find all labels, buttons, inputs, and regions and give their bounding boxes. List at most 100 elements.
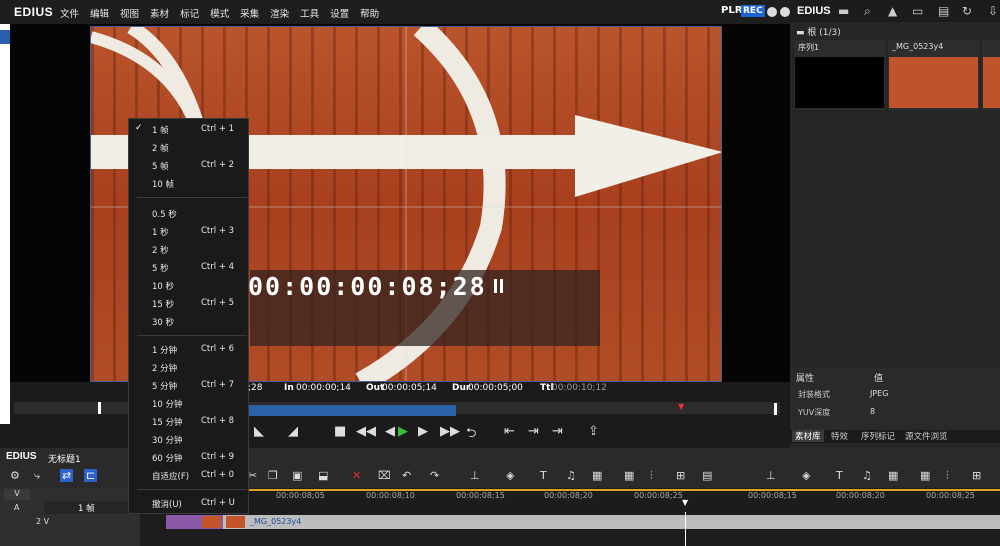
timeline-cursor[interactable] xyxy=(685,512,686,546)
mark-in-icon[interactable]: ◣ xyxy=(254,424,264,439)
menu-tools[interactable]: 工具 xyxy=(300,6,319,20)
minimize-icon[interactable] xyxy=(767,7,777,17)
menu-item-fit[interactable]: 自适应(F) Ctrl + 0 xyxy=(129,467,250,484)
menu-edit[interactable]: 编辑 xyxy=(90,6,109,20)
menu-item-10-min[interactable]: 10 分钟 xyxy=(129,395,250,412)
import-icon[interactable]: ⇩ xyxy=(988,4,998,18)
ripple-delete-icon[interactable]: ⌧ xyxy=(378,469,391,482)
link-icon[interactable]: ⇄ xyxy=(60,469,74,482)
bin-clip-card[interactable]: _MG_0523y4 xyxy=(888,40,979,110)
sync-icon-2[interactable]: ⊞ xyxy=(972,469,981,482)
scrub-handle-left[interactable] xyxy=(98,402,101,414)
new-folder-icon[interactable]: ▤ xyxy=(938,4,949,18)
menu-item-10-sec[interactable]: 10 秒 xyxy=(129,277,250,294)
folder-icon[interactable]: ▬ xyxy=(838,4,849,18)
paste-icon[interactable]: ▣ xyxy=(292,469,302,482)
menu-capture[interactable]: 采集 xyxy=(240,6,259,20)
menu-item-1-min[interactable]: 1 分钟 Ctrl + 6 xyxy=(129,341,250,358)
jump-icon[interactable]: ⇥ xyxy=(552,424,563,439)
bin-clip-card[interactable]: 序列1 xyxy=(794,40,885,110)
mixer-icon-2[interactable]: ⫶ xyxy=(946,469,949,483)
bin-clip-card[interactable] xyxy=(982,40,1000,110)
mark-out-icon[interactable]: ◢ xyxy=(288,424,298,439)
render-icon[interactable]: ▦ xyxy=(592,469,602,482)
track-a-label[interactable]: A xyxy=(14,503,19,512)
menu-item-15-min[interactable]: 15 分钟 Ctrl + 8 xyxy=(129,413,250,430)
menu-settings[interactable]: 设置 xyxy=(330,6,349,20)
track-2v-label[interactable]: 2 V xyxy=(36,517,49,526)
fast-forward-icon[interactable]: ▶▶ xyxy=(440,424,460,439)
prev-edit-icon[interactable]: ⇤ xyxy=(504,424,515,439)
grid-icon-2[interactable]: ▦ xyxy=(920,469,930,482)
sync-icon[interactable]: ⊞ xyxy=(676,469,685,482)
tab-source-browser[interactable]: 源文件浏览 xyxy=(902,430,951,442)
text-icon-2[interactable]: T xyxy=(836,469,843,482)
bin-root-folder[interactable]: ▬ 根 (1/3) xyxy=(796,25,841,38)
loop-icon[interactable]: ⮌ xyxy=(466,424,476,446)
menu-mode[interactable]: 模式 xyxy=(210,6,229,20)
grid-icon[interactable]: ▦ xyxy=(624,469,634,482)
insert-icon[interactable]: ⬓ xyxy=(318,469,328,482)
menu-item-30-sec[interactable]: 30 秒 xyxy=(129,313,250,330)
menu-view[interactable]: 视图 xyxy=(120,6,139,20)
in-point-icon-2[interactable]: ⊥ xyxy=(766,469,776,482)
stop-icon[interactable]: ■ xyxy=(334,424,346,439)
menu-render[interactable]: 渲染 xyxy=(270,6,289,20)
undo-icon[interactable]: ↶ xyxy=(402,469,411,482)
redo-icon[interactable]: ↷ xyxy=(430,469,439,482)
tab-effects[interactable]: 特效 xyxy=(828,430,851,442)
menu-item-10-frames[interactable]: 10 帧 xyxy=(129,175,250,192)
in-point-icon[interactable]: ⊥ xyxy=(470,469,480,482)
play-icon[interactable]: ▶ xyxy=(398,424,408,439)
render-icon-2[interactable]: ▦ xyxy=(888,469,898,482)
menu-marker[interactable]: 标记 xyxy=(180,6,199,20)
menu-item-2-sec[interactable]: 2 秒 xyxy=(129,241,250,258)
up-icon[interactable]: ▲ xyxy=(888,4,897,18)
marker-icon-2[interactable]: ◈ xyxy=(802,469,810,482)
menu-item-label: 撤消(U) xyxy=(152,500,182,510)
step-back-icon[interactable]: ◀ xyxy=(385,424,395,439)
menu-item-0-5-sec[interactable]: 0.5 秒 xyxy=(129,205,250,222)
menu-item-30-min[interactable]: 30 分钟 xyxy=(129,431,250,448)
audio-icon-2[interactable]: ♫ xyxy=(862,469,872,482)
menu-item-1-frame[interactable]: ✓ 1 帧 Ctrl + 1 xyxy=(129,121,250,138)
menu-item-5-frames[interactable]: 5 帧 Ctrl + 2 xyxy=(129,157,250,174)
marker-icon[interactable]: ◈ xyxy=(506,469,514,482)
menu-item-2-frames[interactable]: 2 帧 xyxy=(129,139,250,156)
text-icon[interactable]: T xyxy=(540,469,547,482)
next-edit-icon[interactable]: ⇥ xyxy=(528,424,539,439)
menu-item-5-sec[interactable]: 5 秒 Ctrl + 4 xyxy=(129,259,250,276)
menu-help[interactable]: 帮助 xyxy=(360,6,379,20)
menu-item-60-min[interactable]: 60 分钟 Ctrl + 9 xyxy=(129,449,250,466)
menu-item-undo[interactable]: 撤消(U) Ctrl + U xyxy=(129,495,250,512)
menu-clip[interactable]: 素材 xyxy=(150,6,169,20)
group-icon[interactable]: ⊏ xyxy=(84,469,98,482)
step-forward-icon[interactable]: ▶ xyxy=(418,424,428,439)
scrub-handle-right[interactable] xyxy=(774,403,777,415)
plr-toggle[interactable]: PLR xyxy=(721,5,742,16)
open-folder-icon[interactable]: ▭ xyxy=(912,4,923,18)
tool-icon[interactable]: ⤷ xyxy=(34,469,40,483)
timeline-ruler[interactable]: 00:00:08;05 00:00:08;10 00:00:08;15 00:0… xyxy=(140,488,1000,512)
mixer-icon[interactable]: ⫶ xyxy=(650,469,653,483)
menu-file[interactable]: 文件 xyxy=(60,6,79,20)
copy-icon[interactable]: ❐ xyxy=(268,469,278,482)
tab-bin[interactable]: 素材库 xyxy=(792,430,824,442)
menu-item-2-min[interactable]: 2 分钟 xyxy=(129,359,250,376)
mode-icon[interactable]: ⚙ xyxy=(10,469,20,482)
timecode-display: 00:00:00:08;28 xyxy=(248,272,487,301)
delete-icon[interactable]: ✕ xyxy=(352,469,361,482)
refresh-icon[interactable]: ↻ xyxy=(962,4,972,18)
search-icon[interactable]: ⌕ xyxy=(864,4,871,19)
menu-item-15-sec[interactable]: 15 秒 Ctrl + 5 xyxy=(129,295,250,312)
layout-icon[interactable]: ▤ xyxy=(702,469,712,482)
rec-toggle[interactable]: REC xyxy=(741,5,765,17)
rewind-icon[interactable]: ◀◀ xyxy=(356,424,376,439)
track-v-label[interactable]: V xyxy=(4,489,30,500)
export-icon[interactable]: ⇪ xyxy=(588,424,599,439)
close-icon[interactable] xyxy=(780,7,790,17)
menu-item-5-min[interactable]: 5 分钟 Ctrl + 7 xyxy=(129,377,250,394)
audio-icon[interactable]: ♫ xyxy=(566,469,576,482)
tab-sequence-markers[interactable]: 序列标记 xyxy=(858,430,898,442)
menu-item-1-sec[interactable]: 1 秒 Ctrl + 3 xyxy=(129,223,250,240)
